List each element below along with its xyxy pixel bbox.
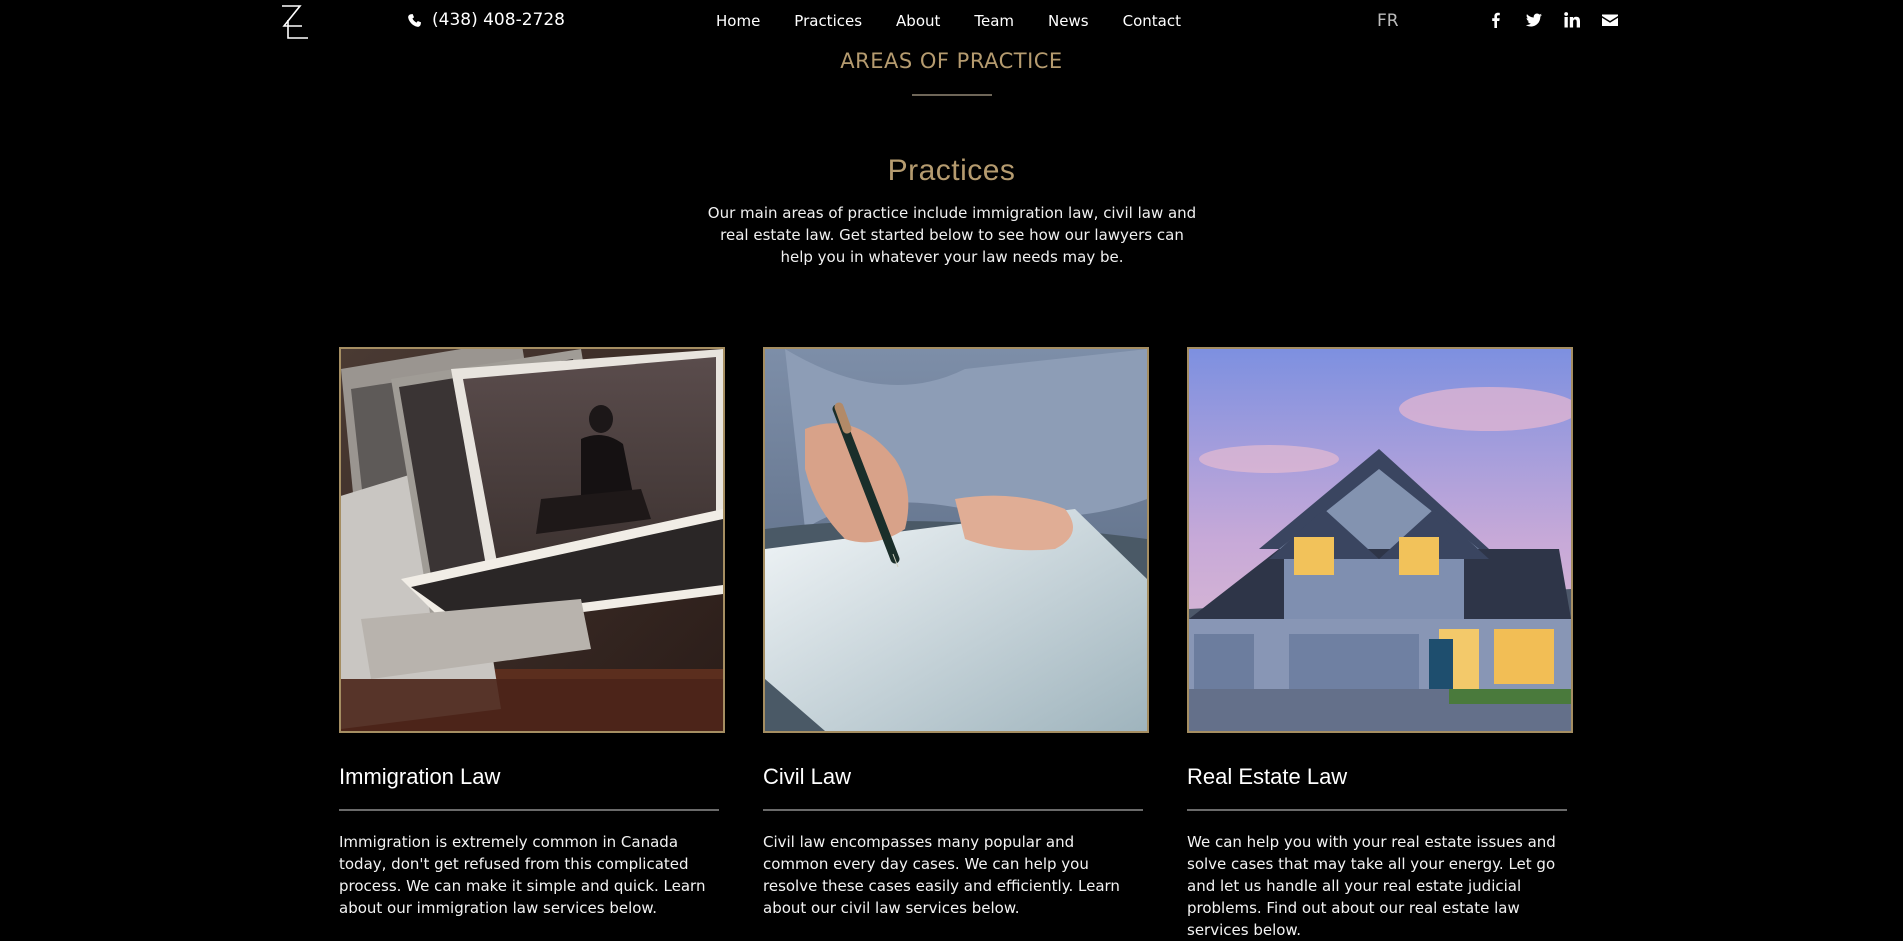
phone-icon <box>408 13 422 27</box>
label-divider <box>912 94 992 96</box>
card-description: Civil law encompasses many popular and c… <box>763 833 1120 917</box>
twitter-icon[interactable] <box>1525 11 1543 29</box>
social-links <box>1487 11 1619 29</box>
civil-photo[interactable] <box>763 347 1149 733</box>
nav-practices[interactable]: Practices <box>794 12 862 30</box>
real-estate-photo[interactable] <box>1187 347 1573 733</box>
card-title[interactable]: Real Estate Law <box>1187 764 1347 790</box>
language-switch[interactable]: FR <box>1377 11 1399 31</box>
section-intro: Our main areas of practice include immig… <box>707 204 1197 266</box>
linkedin-icon[interactable] <box>1563 11 1581 29</box>
card-description: Immigration is extremely common in Canad… <box>339 833 706 917</box>
facebook-icon[interactable] <box>1487 11 1505 29</box>
logo-mark-icon <box>282 5 308 39</box>
card-description: We can help you with your real estate is… <box>1187 833 1556 939</box>
logo[interactable] <box>276 2 310 42</box>
card-title[interactable]: Civil Law <box>763 764 851 790</box>
nav-about[interactable]: About <box>896 12 940 30</box>
immigration-photo[interactable] <box>339 347 725 733</box>
section-title: Practices <box>887 154 1016 187</box>
practice-card-civil[interactable]: Civil Law Civil law encompasses many pop… <box>763 347 1149 917</box>
envelope-icon[interactable] <box>1601 11 1619 29</box>
nav-news[interactable]: News <box>1048 12 1089 30</box>
card-divider <box>1187 809 1567 811</box>
phone-number: (438) 408-2728 <box>432 10 565 30</box>
card-divider <box>763 809 1143 811</box>
practice-card-immigration[interactable]: Immigration Law Immigration is extremely… <box>339 347 725 917</box>
card-divider <box>339 809 719 811</box>
nav-team[interactable]: Team <box>974 12 1014 30</box>
section-label: AREAS OF PRACTICE <box>840 49 1063 73</box>
practice-card-real-estate[interactable]: Real Estate Law We can help you with you… <box>1187 347 1573 939</box>
phone-contact[interactable]: (438) 408-2728 <box>407 10 565 30</box>
main-nav: Home Practices About Team News Contact <box>716 12 1215 30</box>
card-title[interactable]: Immigration Law <box>339 764 500 790</box>
site-header: (438) 408-2728 Home Practices About Team… <box>0 0 1903 44</box>
nav-home[interactable]: Home <box>716 12 760 30</box>
nav-contact[interactable]: Contact <box>1123 12 1181 30</box>
